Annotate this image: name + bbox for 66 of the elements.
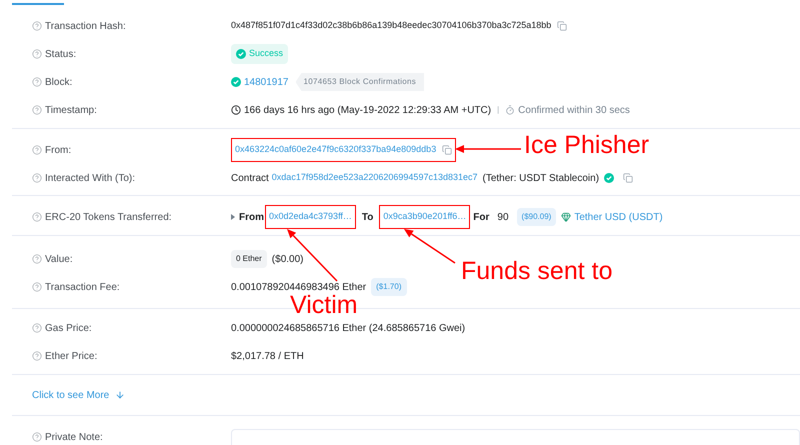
field-label: ERC-20 Tokens Transferred: (45, 210, 172, 224)
address-link[interactable]: 0x463224c0af60e2e47f9c6320f337ba94e809ddb3 (235, 143, 436, 157)
field-label: Transaction Hash: (45, 20, 126, 34)
help-icon (32, 77, 42, 87)
usd-badge: ($90.09) (516, 208, 556, 226)
field-label: Value: (45, 252, 73, 266)
fee-amount: 0.001078920446983496 Ether (231, 280, 366, 294)
help-icon (32, 105, 42, 115)
arrow-down-icon (115, 390, 126, 400)
help-icon (32, 212, 42, 222)
gem-icon (561, 212, 572, 222)
contract-name: (Tether: USDT Stablecoin) (482, 172, 600, 186)
usd-badge: ($1.70) (371, 278, 406, 296)
help-icon (32, 254, 42, 264)
help-icon (32, 21, 42, 31)
check-icon (236, 49, 246, 59)
field-label: From: (45, 144, 72, 158)
help-icon (32, 323, 42, 333)
field-label: Transaction Fee: (45, 280, 120, 294)
field-label: Ether Price: (45, 350, 98, 364)
help-icon (32, 173, 42, 183)
separator: | (497, 104, 500, 116)
see-more-link[interactable]: Click to see More (32, 388, 126, 402)
annotation-text: Victim (290, 293, 358, 318)
copy-icon[interactable] (557, 21, 568, 31)
from-label: From (239, 210, 264, 224)
field-value: $2,017.78 / ETH (231, 350, 304, 364)
address-link[interactable]: 0x9ca3b90e201ff6… (383, 210, 466, 224)
contract-link[interactable]: 0xdac17f958d2ee523a2206206994597c13d831ec7 (272, 171, 478, 185)
help-icon (32, 145, 42, 155)
confirmation-time: Confirmed within 30 secs (518, 104, 630, 118)
confirmations-badge: 1074653 Block Confirmations (296, 73, 424, 91)
value-badge: 0 Ether (231, 250, 267, 268)
copy-icon[interactable] (442, 145, 452, 155)
annotation-text: Funds sent to (461, 259, 612, 284)
token-amount: 90 (497, 210, 509, 224)
to-label: To (362, 210, 374, 224)
token-link[interactable]: Tether USD (USDT) (574, 210, 663, 224)
value-usd: ($0.00) (272, 252, 304, 266)
verified-icon (604, 173, 614, 183)
help-icon (32, 432, 42, 442)
clock-icon (231, 105, 241, 115)
annotation-text: Ice Phisher (524, 133, 650, 158)
help-icon (32, 282, 42, 292)
field-label: Private Note: (45, 430, 103, 444)
field-label: Interacted With (To): (45, 172, 136, 186)
caret-icon (231, 214, 235, 220)
for-label: For (473, 210, 490, 224)
address-link[interactable]: 0x0d2eda4c3793ff… (269, 210, 352, 224)
timestamp-text: 166 days 16 hrs ago (May-19-2022 12:29:33 AM +UTC) (244, 104, 492, 118)
field-label: Gas Price: (45, 322, 92, 336)
copy-icon[interactable] (623, 173, 634, 183)
block-link[interactable]: 14801917 (244, 74, 288, 90)
active-tab-indicator (12, 3, 64, 5)
timer-icon (505, 105, 516, 115)
field-value: 0.000000024685865716 Ether (24.685865716 Gwei) (231, 322, 466, 336)
contract-label: Contract (231, 172, 269, 186)
help-icon (32, 49, 42, 59)
private-note-field[interactable] (231, 429, 800, 445)
check-icon (231, 77, 241, 87)
help-icon (32, 351, 42, 361)
transaction-hash: 0x487f851f07d1c4f33d02c38b6b86a139b48eedec30704106b370ba3c725a18bb (231, 19, 552, 32)
field-label: Block: (45, 76, 72, 90)
status-badge: Success (231, 44, 288, 64)
field-label: Status: (45, 48, 76, 62)
field-label: Timestamp: (45, 104, 97, 118)
